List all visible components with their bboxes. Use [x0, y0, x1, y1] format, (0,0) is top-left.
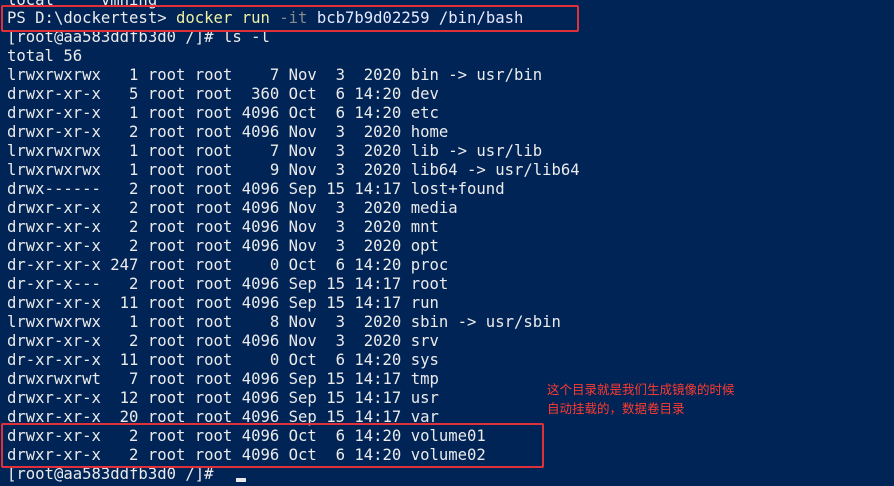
listing-row: drwxr-xr-x 5 root root 360 Oct 6 14:20 d…	[7, 85, 439, 103]
listing-row: drwxr-xr-x 2 root root 4096 Nov 3 2020 h…	[7, 123, 449, 141]
command-highlight-box	[1, 5, 579, 32]
powershell-terminal-window[interactable]: local vmhing PS D:\dockertest> docker ru…	[0, 0, 894, 486]
listing-row: drwxr-xr-x 2 root root 4096 Nov 3 2020 s…	[7, 332, 439, 350]
listing-row: drwxr-xr-x 1 root root 4096 Oct 6 14:20 …	[7, 104, 439, 122]
listing-row: drwx------ 2 root root 4096 Sep 15 14:17…	[7, 180, 505, 198]
listing-row: lrwxrwxrwx 1 root root 7 Nov 3 2020 bin …	[7, 66, 543, 84]
ls-total-line: total 56	[7, 47, 83, 65]
listing-row: dr-xr-xr-x 247 root root 0 Oct 6 14:20 p…	[7, 256, 449, 274]
annotation-line-2: 自动挂载的，数据卷目录	[547, 401, 685, 416]
volume-highlight-box	[1, 423, 544, 468]
listing-row: lrwxrwxrwx 1 root root 9 Nov 3 2020 lib6…	[7, 161, 580, 179]
listing-row: dr-xr-xr-x 11 root root 0 Oct 6 14:20 sy…	[7, 351, 439, 369]
listing-row: lrwxrwxrwx 1 root root 7 Nov 3 2020 lib …	[7, 142, 543, 160]
listing-row: drwxr-xr-x 2 root root 4096 Nov 3 2020 m…	[7, 199, 458, 217]
listing-row: drwxr-xr-x 2 root root 4096 Nov 3 2020 m…	[7, 218, 439, 236]
listing-row: drwxrwxrwt 7 root root 4096 Sep 15 14:17…	[7, 370, 439, 388]
listing-row: drwxr-xr-x 2 root root 4096 Nov 3 2020 o…	[7, 237, 439, 255]
listing-row: dr-xr-x--- 2 root root 4096 Sep 15 14:17…	[7, 275, 449, 293]
listing-row: lrwxrwxrwx 1 root root 8 Nov 3 2020 sbin…	[7, 313, 561, 331]
listing-row: drwxr-xr-x 11 root root 4096 Sep 15 14:1…	[7, 294, 439, 312]
text-cursor	[236, 478, 246, 482]
annotation-line-1: 这个目录就是我们生成镜像的时候	[547, 382, 735, 397]
listing-row: drwxr-xr-x 12 root root 4096 Sep 15 14:1…	[7, 389, 439, 407]
